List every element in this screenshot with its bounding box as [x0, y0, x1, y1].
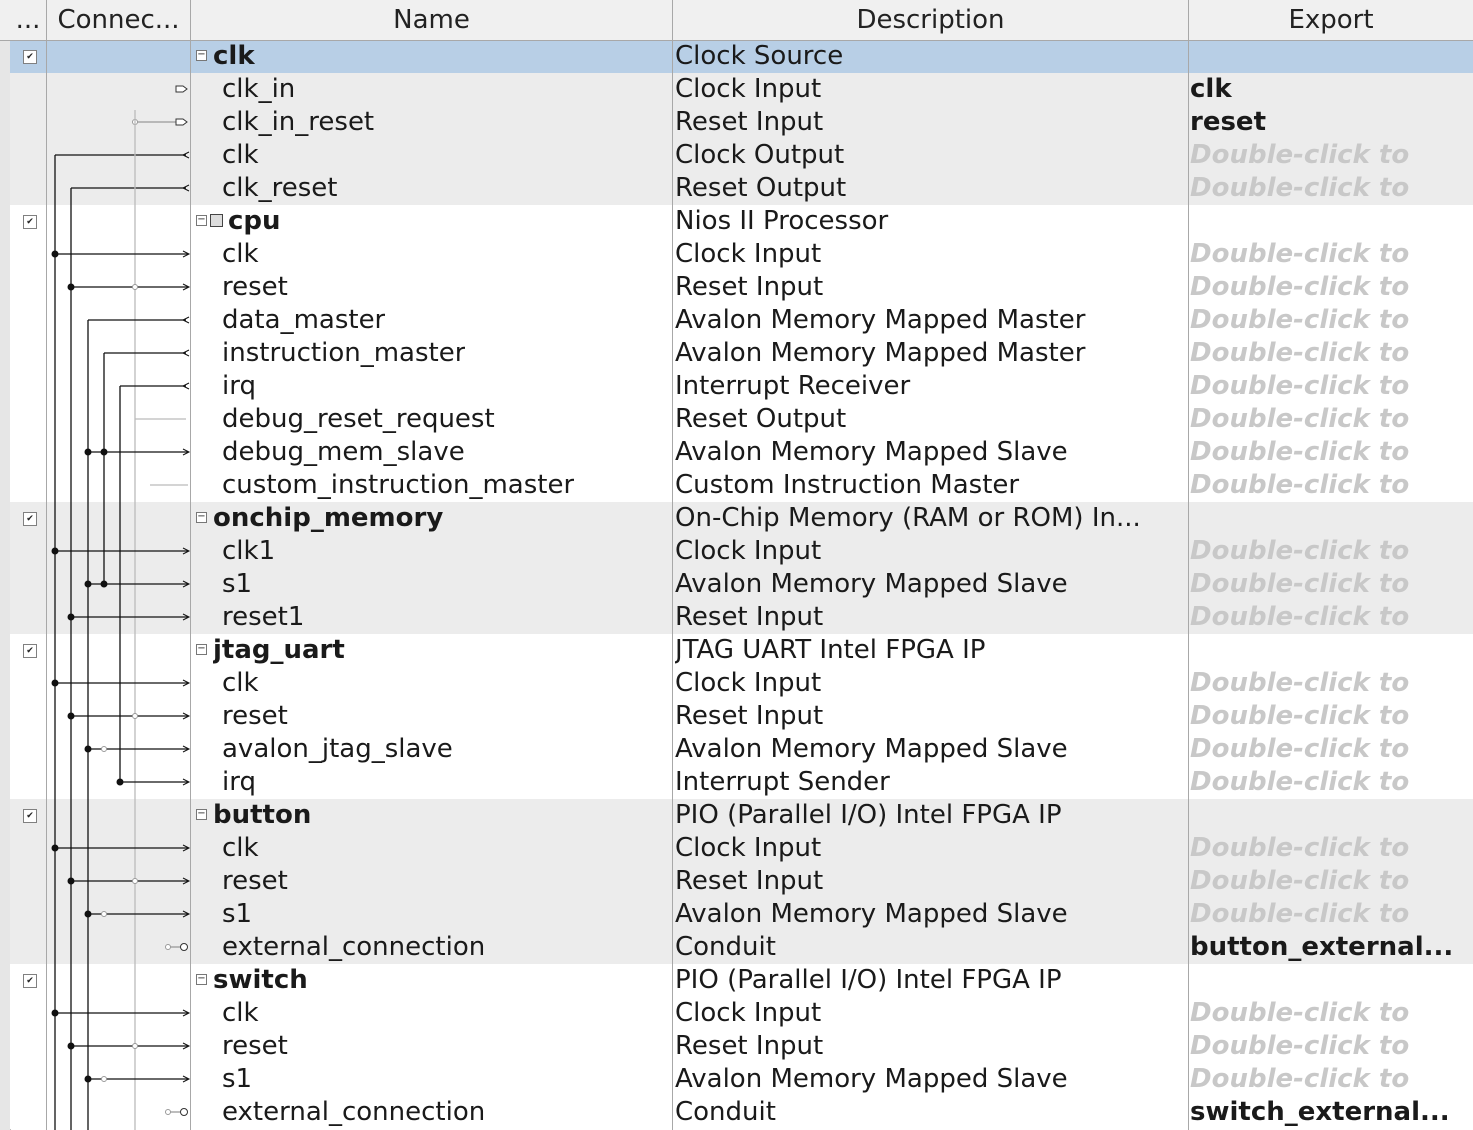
connection-dot[interactable]: [51, 1009, 59, 1017]
connection-open-dot[interactable]: [132, 713, 138, 719]
column-divider: [1188, 40, 1189, 1130]
export-port-icon[interactable]: [175, 85, 188, 93]
connection-open-dot[interactable]: [165, 944, 171, 950]
system-contents-table: { "header": { "use_label": "...", "conne…: [0, 0, 1473, 1130]
connection-dot[interactable]: [116, 778, 124, 786]
connection-dot[interactable]: [84, 910, 92, 918]
connection-dot[interactable]: [100, 448, 108, 456]
connection-dot[interactable]: [84, 745, 92, 753]
connection-open-dot[interactable]: [165, 1109, 171, 1115]
conduit-port-icon[interactable]: [180, 1108, 188, 1116]
connection-open-dot[interactable]: [132, 284, 138, 290]
column-header-export[interactable]: Export: [1189, 0, 1473, 40]
connection-dot[interactable]: [51, 250, 59, 258]
connection-open-dot[interactable]: [132, 1043, 138, 1049]
connection-dot[interactable]: [100, 580, 108, 588]
connection-dot[interactable]: [67, 712, 75, 720]
export-port-icon[interactable]: [175, 118, 188, 126]
connection-dot[interactable]: [67, 1042, 75, 1050]
connection-dot[interactable]: [84, 580, 92, 588]
connection-open-dot[interactable]: [101, 746, 107, 752]
column-header-description[interactable]: Description: [673, 0, 1189, 40]
connection-dot[interactable]: [67, 283, 75, 291]
connection-open-dot[interactable]: [132, 878, 138, 884]
connection-dot[interactable]: [67, 877, 75, 885]
connection-dot[interactable]: [51, 679, 59, 687]
connection-dot[interactable]: [84, 448, 92, 456]
column-divider: [190, 40, 191, 1130]
column-header-name[interactable]: Name: [191, 0, 673, 40]
column-divider: [46, 40, 47, 1130]
column-header-connections[interactable]: Connec...: [47, 0, 191, 40]
connection-open-dot[interactable]: [101, 1076, 107, 1082]
connection-dot[interactable]: [51, 547, 59, 555]
connection-open-dot[interactable]: [101, 911, 107, 917]
connection-dot[interactable]: [67, 613, 75, 621]
table-header: ... Connec... Name Description Export: [0, 0, 1473, 41]
column-header-use[interactable]: ...: [10, 0, 47, 40]
connection-dot[interactable]: [84, 1075, 92, 1083]
column-divider: [672, 40, 673, 1130]
connections-graph[interactable]: [0, 0, 1473, 1130]
connection-dot[interactable]: [51, 844, 59, 852]
conduit-port-icon[interactable]: [180, 943, 188, 951]
